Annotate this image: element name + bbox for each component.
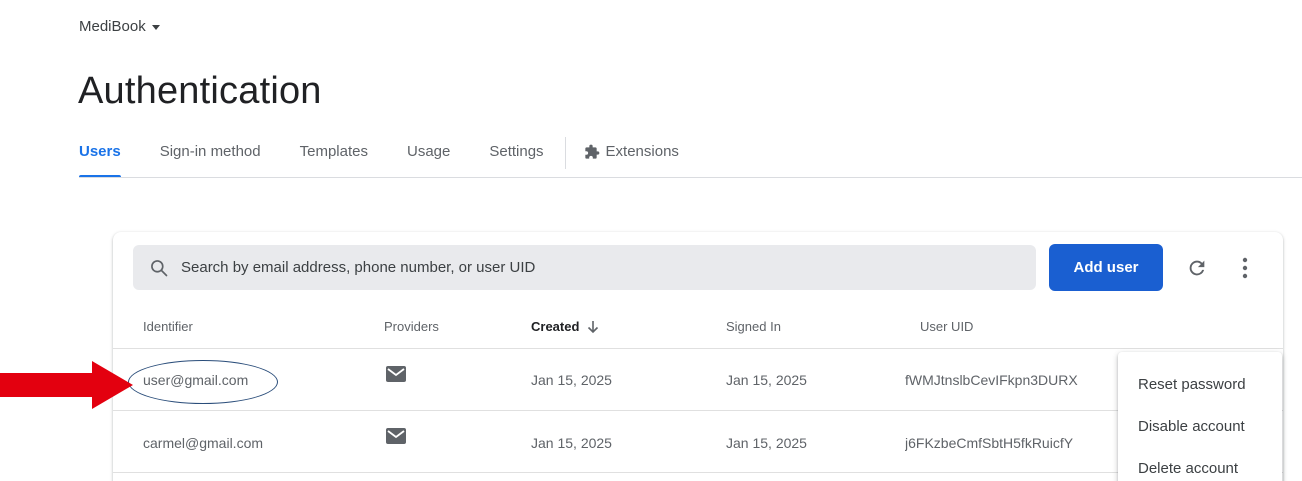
- page-title: Authentication: [78, 70, 322, 112]
- search-input[interactable]: [181, 259, 981, 276]
- column-header-signed-in[interactable]: Signed In: [726, 319, 781, 334]
- search-icon: [151, 259, 168, 276]
- tab-divider: [564, 137, 566, 169]
- search-bar[interactable]: [133, 245, 1036, 290]
- refresh-icon: [1189, 260, 1205, 276]
- refresh-button[interactable]: [1183, 254, 1211, 282]
- more-vert-icon: [1242, 257, 1248, 279]
- arrow-down-icon: [588, 320, 599, 333]
- menu-item-delete-account[interactable]: Delete account: [1118, 448, 1282, 481]
- user-context-menu: Reset password Disable account Delete ac…: [1118, 352, 1282, 481]
- row-2-user-uid[interactable]: j6FKzbeCmfSbtH5fkRuicfY: [905, 435, 1110, 451]
- project-selector[interactable]: MediBook: [79, 18, 160, 35]
- caret-down-icon: [151, 25, 160, 30]
- menu-item-reset-password[interactable]: Reset password: [1118, 364, 1282, 406]
- tab-bar: Users Sign-in method Templates Usage Set…: [79, 137, 718, 178]
- annotation-ellipse: [128, 360, 278, 404]
- row-2-identifier[interactable]: carmel@gmail.com: [143, 435, 263, 451]
- table-divider: [113, 348, 1283, 349]
- email-icon: [386, 366, 406, 382]
- email-icon: [386, 428, 406, 444]
- column-header-providers: Providers: [384, 319, 439, 334]
- more-options-button[interactable]: [1235, 254, 1255, 282]
- tab-extensions-label: Extensions: [605, 143, 679, 160]
- tab-sign-in-method[interactable]: Sign-in method: [160, 142, 261, 178]
- tab-users[interactable]: Users: [79, 142, 121, 178]
- column-header-user-uid: User UID: [920, 319, 974, 334]
- row-2-signed-in: Jan 15, 2025: [726, 435, 807, 451]
- row-1-created: Jan 15, 2025: [531, 372, 612, 388]
- annotation-arrow-icon: [0, 361, 133, 409]
- column-header-created-label: Created: [531, 319, 580, 334]
- users-card: Add user Identifier Providers Created Si…: [113, 232, 1283, 481]
- tabs-divider-line: [79, 177, 1302, 178]
- tab-templates[interactable]: Templates: [300, 142, 368, 178]
- table-divider: [113, 410, 1283, 411]
- column-header-created[interactable]: Created: [531, 319, 599, 334]
- tab-settings[interactable]: Settings: [489, 142, 543, 178]
- column-header-identifier[interactable]: Identifier: [143, 319, 193, 334]
- row-2-created: Jan 15, 2025: [531, 435, 612, 451]
- table-divider: [113, 472, 1283, 473]
- tab-usage[interactable]: Usage: [407, 142, 450, 178]
- row-1-user-uid[interactable]: fWMJtnslbCevIFkpn3DURX: [905, 372, 1110, 388]
- tab-extensions[interactable]: Extensions: [584, 142, 679, 178]
- add-user-button[interactable]: Add user: [1049, 244, 1163, 291]
- menu-item-disable-account[interactable]: Disable account: [1118, 406, 1282, 448]
- project-name: MediBook: [79, 18, 146, 35]
- row-1-signed-in: Jan 15, 2025: [726, 372, 807, 388]
- extension-puzzle-icon: [584, 144, 599, 159]
